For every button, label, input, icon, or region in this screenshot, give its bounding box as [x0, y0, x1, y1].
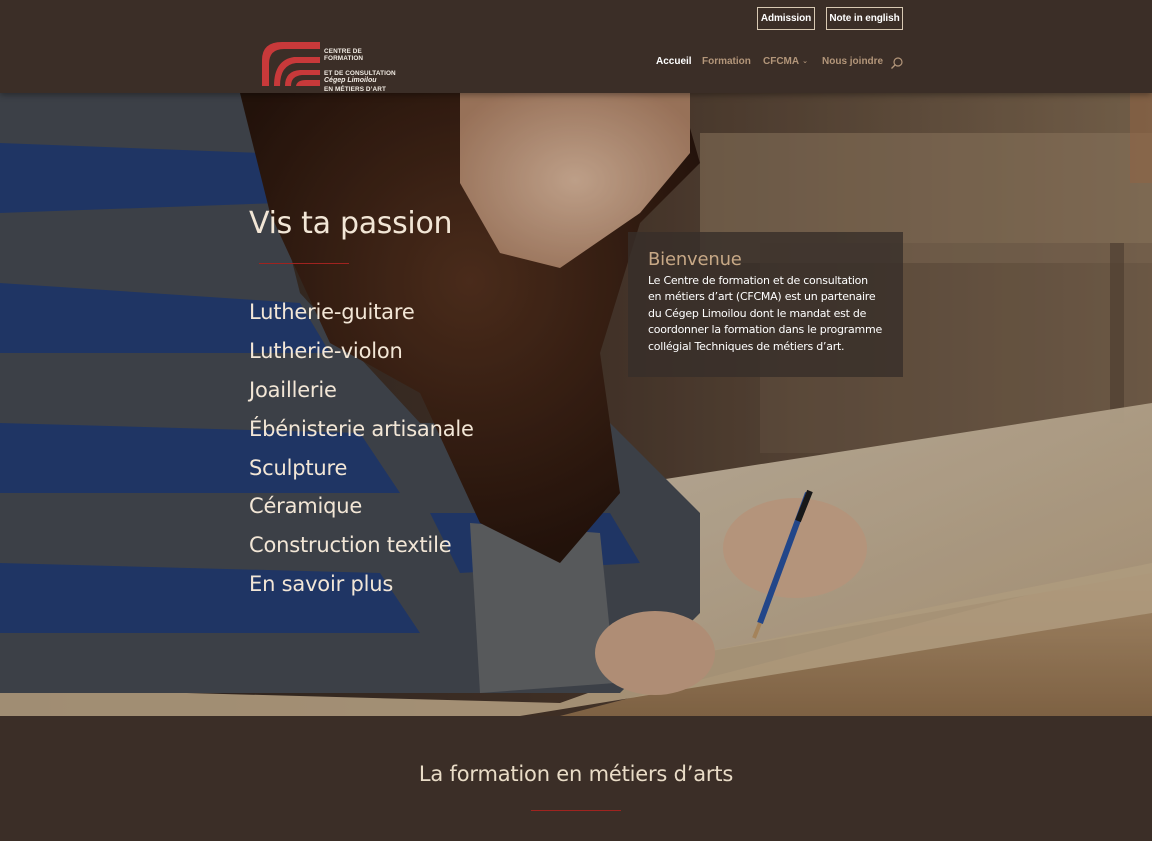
program-link-ceramique[interactable]: Céramique — [249, 494, 474, 533]
section-title: La formation en métiers d’arts — [418, 762, 734, 786]
program-link-lutherie-guitare[interactable]: Lutherie-guitare — [249, 300, 474, 339]
welcome-text: Le Centre de formation et de consultatio… — [648, 274, 882, 353]
logo-text: CENTRE DE FORMATION ET DE CONSULTATION E… — [324, 47, 396, 93]
hero-overlay — [0, 93, 1152, 716]
nav-item-cfcma[interactable]: CFCMA ⌄ — [763, 56, 808, 67]
welcome-card: Bienvenue Le Centre de formation et de c… — [628, 232, 903, 377]
hero-title: Vis ta passion — [249, 206, 453, 241]
program-list: Lutherie-guitare Lutherie-violon Joaille… — [249, 300, 474, 611]
nav-item-formation[interactable]: Formation — [702, 56, 751, 67]
hero-banner: Vis ta passion Lutherie-guitare Lutherie… — [0, 93, 1152, 716]
site-header: Admission Note in english CENTRE DE FORM… — [0, 0, 1152, 93]
section-divider — [531, 810, 621, 811]
english-note-button[interactable]: Note in english — [826, 7, 903, 30]
welcome-title: Bienvenue — [648, 249, 742, 270]
program-link-ebenisterie[interactable]: Ébénisterie artisanale — [249, 417, 474, 456]
cfcma-logo-mark — [262, 42, 320, 86]
program-link-lutherie-violon[interactable]: Lutherie-violon — [249, 339, 474, 378]
logo-subtitle: Cégep Limoilou — [324, 77, 377, 84]
program-link-en-savoir-plus[interactable]: En savoir plus — [249, 572, 474, 611]
program-link-sculpture[interactable]: Sculpture — [249, 456, 474, 495]
nav-item-cfcma-label: CFCMA — [763, 56, 800, 67]
admission-button[interactable]: Admission — [757, 7, 815, 30]
site-logo[interactable]: CENTRE DE FORMATION ET DE CONSULTATION E… — [260, 40, 400, 93]
search-icon[interactable] — [890, 56, 904, 70]
program-link-joaillerie[interactable]: Joaillerie — [249, 378, 474, 417]
hero-divider — [259, 263, 349, 264]
program-link-construction-textile[interactable]: Construction textile — [249, 533, 474, 572]
nav-item-nous-joindre[interactable]: Nous joindre — [822, 56, 883, 67]
nav-item-accueil[interactable]: Accueil — [656, 56, 692, 67]
chevron-down-icon: ⌄ — [802, 58, 808, 65]
